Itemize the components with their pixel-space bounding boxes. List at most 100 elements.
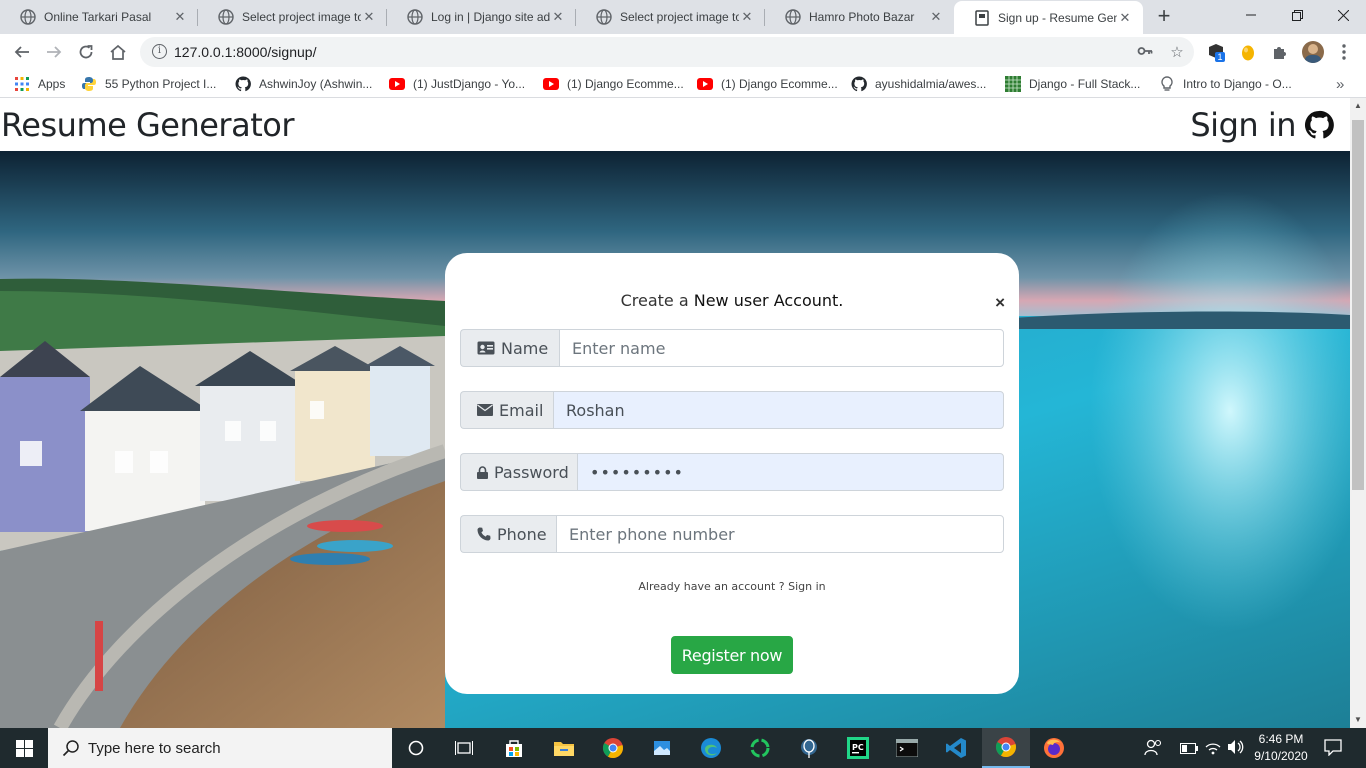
bookmark-django-ecommerce-1[interactable]: (1) Django Ecomme... xyxy=(543,75,684,93)
reload-button[interactable] xyxy=(72,38,100,66)
postgresql-icon[interactable] xyxy=(795,734,823,762)
heading-emphasis: New user Account. xyxy=(693,291,844,310)
password-field-group: Password xyxy=(460,453,1004,491)
tab-django-admin-login[interactable]: Log in | Django site adm ✕ xyxy=(387,0,576,34)
extension-badge-icon[interactable]: 1 xyxy=(1206,42,1226,62)
globe-icon xyxy=(20,9,36,25)
already-have-account-link[interactable]: Already have an account ? Sign in xyxy=(445,580,1019,593)
photos-icon[interactable] xyxy=(648,734,676,762)
bookmark-label: (1) JustDjango - Yo... xyxy=(413,77,526,91)
notifications-icon[interactable] xyxy=(1324,738,1342,759)
firefox-icon[interactable] xyxy=(1040,734,1068,762)
close-window-button[interactable] xyxy=(1320,0,1366,30)
tab-close-icon[interactable]: ✕ xyxy=(928,9,944,25)
address-bar[interactable]: i 127.0.0.1:8000/signup/ ☆ xyxy=(140,37,1194,67)
forward-button[interactable] xyxy=(40,38,68,66)
minimize-button[interactable] xyxy=(1228,0,1274,30)
extensions-puzzle-icon[interactable] xyxy=(1270,42,1290,62)
bookmark-django-full-stack[interactable]: Django - Full Stack... xyxy=(1005,75,1140,93)
bookmark-label: AshwinJoy (Ashwin... xyxy=(259,77,373,91)
bookmark-intro-to-django[interactable]: Intro to Django - O... xyxy=(1159,75,1292,93)
bookmark-ashwinjoy[interactable]: AshwinJoy (Ashwin... xyxy=(235,75,372,93)
lock-icon xyxy=(477,465,488,479)
volume-icon[interactable] xyxy=(1227,739,1245,758)
people-icon[interactable] xyxy=(1144,738,1162,759)
taskbar-search[interactable]: Type here to search xyxy=(48,728,392,768)
new-tab-button[interactable]: + xyxy=(1152,5,1176,29)
bookmark-label: Apps xyxy=(38,77,66,91)
heading-prefix: Create a xyxy=(620,291,694,310)
scrollbar-thumb[interactable] xyxy=(1352,120,1364,490)
back-button[interactable] xyxy=(8,38,36,66)
tab-select-project-image-2[interactable]: Select project image to ✕ xyxy=(576,0,765,34)
edge-icon[interactable] xyxy=(697,734,725,762)
wifi-icon[interactable] xyxy=(1205,739,1221,758)
signin-link[interactable]: Sign in xyxy=(1190,106,1334,144)
file-explorer-icon[interactable] xyxy=(550,734,578,762)
tab-close-icon[interactable]: ✕ xyxy=(172,9,188,25)
email-field-group: Email xyxy=(460,391,1004,429)
bookmark-apps[interactable]: Apps xyxy=(14,75,65,93)
site-brand[interactable]: Resume Generator xyxy=(1,106,294,144)
vscode-icon[interactable] xyxy=(942,734,970,762)
globe-icon xyxy=(596,9,612,25)
password-input[interactable] xyxy=(577,453,1004,491)
chrome-active-icon[interactable] xyxy=(982,728,1030,768)
bookmark-label: ayushidalmia/awes... xyxy=(875,77,987,91)
chrome-menu-icon[interactable] xyxy=(1334,42,1354,62)
register-button[interactable]: Register now xyxy=(671,636,793,674)
system-clock[interactable]: 6:46 PM 9/10/2020 xyxy=(1246,731,1316,765)
key-icon[interactable] xyxy=(1136,43,1154,61)
pycharm-icon[interactable]: PC xyxy=(844,734,872,762)
tab-online-tarkari-pasal[interactable]: Online Tarkari Pasal ✕ xyxy=(0,0,198,34)
bookmark-label: (1) Django Ecomme... xyxy=(567,77,684,91)
bookmark-justdjango[interactable]: (1) JustDjango - Yo... xyxy=(389,75,525,93)
page-viewport: Resume Generator Sign in Create a New us… xyxy=(0,98,1350,728)
task-view-icon[interactable] xyxy=(450,734,478,762)
scroll-up-icon[interactable]: ▲ xyxy=(1350,98,1366,114)
name-label: Name xyxy=(501,338,549,358)
close-icon[interactable]: × xyxy=(995,293,1005,313)
battery-icon[interactable] xyxy=(1180,742,1198,757)
email-input[interactable] xyxy=(553,391,1004,429)
url-text: 127.0.0.1:8000/signup/ xyxy=(174,44,317,60)
terminal-icon[interactable] xyxy=(893,734,921,762)
bookmark-django-ecommerce-2[interactable]: (1) Django Ecomme... xyxy=(697,75,838,93)
restore-button[interactable] xyxy=(1274,0,1320,30)
tab-hamro-photo-bazar[interactable]: Hamro Photo Bazar ✕ xyxy=(765,0,954,34)
name-input[interactable] xyxy=(559,329,1004,367)
globe-icon xyxy=(407,9,423,25)
clock-date: 9/10/2020 xyxy=(1254,749,1308,763)
chrome-icon[interactable] xyxy=(599,734,627,762)
bookmark-ayushidalmia[interactable]: ayushidalmia/awes... xyxy=(851,75,986,93)
tab-signup-resume-generator[interactable]: Sign up - Resume Gene ✕ xyxy=(954,1,1143,34)
tab-close-icon[interactable]: ✕ xyxy=(1117,10,1133,26)
bookmark-label: 55 Python Project I... xyxy=(105,77,217,91)
search-placeholder: Type here to search xyxy=(88,739,221,757)
home-button[interactable] xyxy=(104,38,132,66)
page-scrollbar[interactable]: ▲ ▼ xyxy=(1350,98,1366,728)
extension-egg-icon[interactable] xyxy=(1238,42,1258,62)
sync-app-icon[interactable] xyxy=(746,734,774,762)
start-button[interactable] xyxy=(0,728,48,768)
envelope-icon xyxy=(477,404,493,416)
tab-select-project-image-1[interactable]: Select project image to ✕ xyxy=(198,0,387,34)
bookmarks-overflow-button[interactable]: » xyxy=(1336,75,1344,93)
bookmark-python-projects[interactable]: 55 Python Project I... xyxy=(81,75,216,93)
star-icon[interactable]: ☆ xyxy=(1168,43,1186,61)
id-card-icon xyxy=(477,341,495,355)
tab-close-icon[interactable]: ✕ xyxy=(550,9,566,25)
scroll-down-icon[interactable]: ▼ xyxy=(1350,712,1366,728)
profile-avatar[interactable] xyxy=(1302,41,1324,63)
cortana-icon[interactable] xyxy=(402,734,430,762)
tab-close-icon[interactable]: ✕ xyxy=(361,9,377,25)
phone-input[interactable] xyxy=(556,515,1004,553)
python-icon xyxy=(81,76,97,92)
apps-grid-icon xyxy=(14,76,30,92)
site-info-icon[interactable]: i xyxy=(152,44,167,59)
store-icon[interactable] xyxy=(500,734,528,762)
globe-icon xyxy=(218,9,234,25)
svg-text:1: 1 xyxy=(1217,52,1222,62)
github-icon xyxy=(1304,110,1334,139)
tab-close-icon[interactable]: ✕ xyxy=(739,9,755,25)
